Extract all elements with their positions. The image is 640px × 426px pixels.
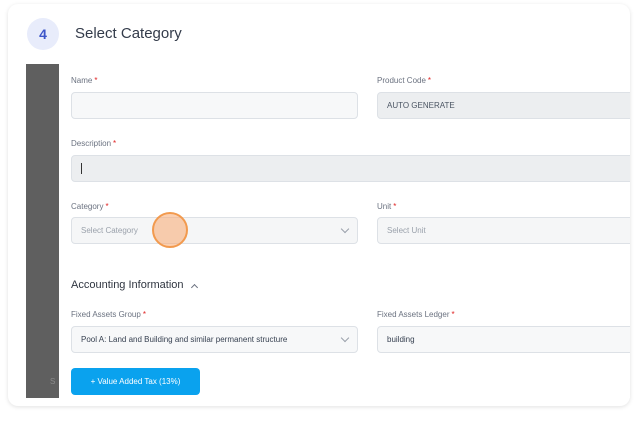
category-label-text: Category (71, 202, 104, 211)
fixed-assets-group-label: Fixed Assets Group * (71, 310, 146, 319)
name-input[interactable] (71, 92, 358, 119)
sidebar-overlay (26, 64, 59, 398)
required-marker: * (427, 76, 432, 85)
accounting-section-title: Accounting Information (71, 279, 184, 291)
product-code-value: AUTO GENERATE (387, 101, 455, 110)
description-label: Description * (71, 139, 116, 148)
category-placeholder: Select Category (81, 226, 138, 235)
unit-label-text: Unit (377, 202, 392, 211)
fixed-assets-group-value: Pool A: Land and Building and similar pe… (81, 335, 288, 344)
name-label-text: Name (71, 76, 93, 85)
step-card: 4 Select Category S Name * Product Code * … (8, 4, 630, 406)
add-vat-button[interactable]: + Value Added Tax (13%) (71, 368, 200, 395)
chevron-down-icon (340, 224, 350, 234)
fixed-assets-ledger-select[interactable]: building (377, 326, 630, 353)
click-indicator (152, 212, 188, 248)
accounting-section-header[interactable]: Accounting Information (71, 279, 198, 291)
required-marker: * (94, 76, 98, 85)
category-select[interactable]: Select Category (71, 217, 358, 244)
fixed-assets-ledger-label: Fixed Assets Ledger * (377, 310, 455, 319)
product-form: Name * Product Code * AUTO GENERATE Descri… (59, 64, 630, 398)
screenshot-panel: S Name * Product Code * AUTO GENERATE Desc… (26, 64, 630, 398)
product-code-input[interactable]: AUTO GENERATE (377, 92, 630, 119)
chevron-up-icon (190, 283, 198, 291)
fixed-assets-group-select[interactable]: Pool A: Land and Building and similar pe… (71, 326, 358, 353)
required-marker: * (393, 202, 397, 211)
product-code-label-text: Product Code (377, 76, 426, 85)
required-marker: * (451, 310, 455, 319)
name-label: Name * (71, 76, 97, 85)
unit-placeholder: Select Unit (387, 226, 426, 235)
step-number-badge: 4 (27, 18, 59, 50)
sidebar-truncated-text: S (50, 377, 56, 386)
required-marker: * (113, 139, 117, 148)
fixed-assets-ledger-value: building (387, 335, 415, 344)
fixed-assets-group-label-text: Fixed Assets Group (71, 310, 141, 319)
required-marker: * (142, 310, 146, 319)
description-input[interactable] (71, 155, 630, 182)
unit-select[interactable]: Select Unit (377, 217, 630, 244)
description-label-text: Description (71, 139, 112, 148)
step-title: Select Category (75, 25, 182, 42)
chevron-down-icon (340, 333, 350, 343)
fixed-assets-ledger-label-text: Fixed Assets Ledger (377, 310, 450, 319)
category-label: Category * (71, 202, 109, 211)
product-code-label: Product Code * (377, 76, 431, 85)
unit-label: Unit * (377, 202, 396, 211)
text-cursor (81, 163, 82, 174)
required-marker: * (105, 202, 109, 211)
